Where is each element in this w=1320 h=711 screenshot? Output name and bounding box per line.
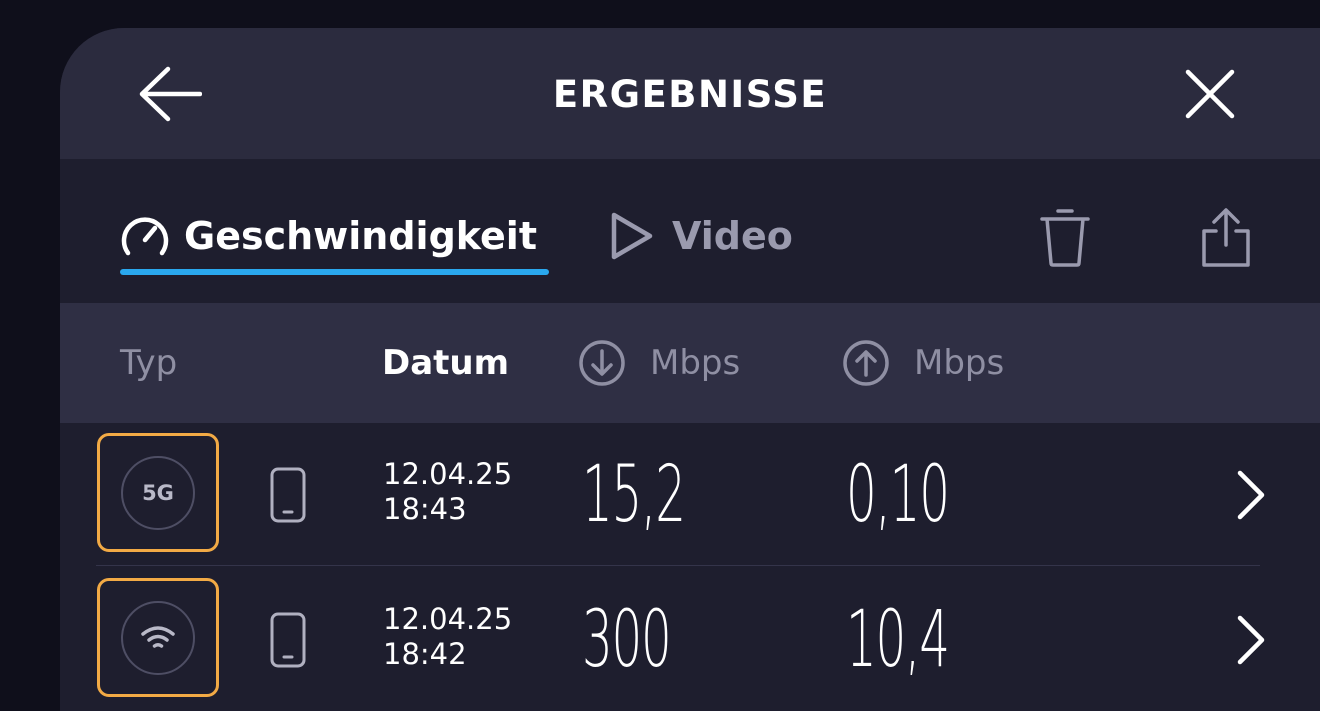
chevron-right-icon <box>1237 615 1265 665</box>
row-date: 12.04.25 <box>383 457 513 491</box>
tab-bar: Geschwindigkeit Video <box>60 159 1320 303</box>
play-icon <box>611 212 653 260</box>
delete-button[interactable] <box>1038 207 1092 269</box>
column-download[interactable]: Mbps <box>578 303 740 423</box>
column-type[interactable]: Typ <box>120 303 177 423</box>
tab-speed[interactable]: Geschwindigkeit <box>120 206 537 266</box>
result-row[interactable]: 5G 12.04.25 18:43 15,2 0,10 <box>60 423 1320 567</box>
row-time: 18:43 <box>383 492 467 526</box>
active-tab-indicator <box>120 269 549 275</box>
back-button[interactable] <box>138 66 203 122</box>
close-button[interactable] <box>1182 66 1238 122</box>
row-datetime: 12.04.25 18:43 <box>383 457 512 527</box>
wifi-glyph <box>141 625 175 648</box>
download-arrow-icon <box>579 340 625 386</box>
tab-video[interactable]: Video <box>610 206 793 266</box>
column-date[interactable]: Datum <box>382 303 509 423</box>
column-upload[interactable]: Mbps <box>842 303 1004 423</box>
column-download-label: Mbps <box>650 343 741 383</box>
column-header-row: Typ Datum Mbps Mbps <box>60 303 1320 423</box>
connection-type-badge <box>97 578 219 697</box>
tab-speed-label: Geschwindigkeit <box>184 214 537 258</box>
download-value: 15,2 <box>582 450 686 540</box>
phone-icon <box>270 612 306 668</box>
chevron-right-icon <box>1237 470 1265 520</box>
phone-icon <box>270 467 306 523</box>
share-icon <box>1202 208 1250 267</box>
wifi-icon <box>121 600 195 675</box>
connection-type-label: 5G <box>142 480 174 505</box>
5g-icon: 5G <box>121 455 195 530</box>
share-button[interactable] <box>1200 207 1252 269</box>
page-title: ERGEBNISSE <box>552 73 828 116</box>
trash-icon <box>1040 209 1090 267</box>
column-type-label: Typ <box>120 343 178 383</box>
upload-value: 0,10 <box>846 450 950 540</box>
download-value: 300 <box>582 595 672 685</box>
close-icon <box>1185 69 1235 119</box>
result-row[interactable]: 12.04.25 18:42 300 10,4 <box>60 568 1320 711</box>
tab-video-label: Video <box>672 214 793 258</box>
header-bar: ERGEBNISSE <box>60 28 1320 159</box>
upload-arrow-icon <box>843 340 889 386</box>
column-date-label: Datum <box>382 343 510 383</box>
upload-value: 10,4 <box>846 595 950 685</box>
connection-type-badge: 5G <box>97 433 219 552</box>
row-time: 18:42 <box>383 637 467 671</box>
row-date: 12.04.25 <box>383 602 513 636</box>
row-divider <box>96 565 1260 566</box>
column-upload-label: Mbps <box>914 343 1005 383</box>
row-datetime: 12.04.25 18:42 <box>383 602 512 672</box>
arrow-left-icon <box>139 66 203 122</box>
speedometer-icon <box>121 217 169 256</box>
results-panel: ERGEBNISSE Geschwindigkeit Video Typ Dat… <box>60 28 1320 711</box>
